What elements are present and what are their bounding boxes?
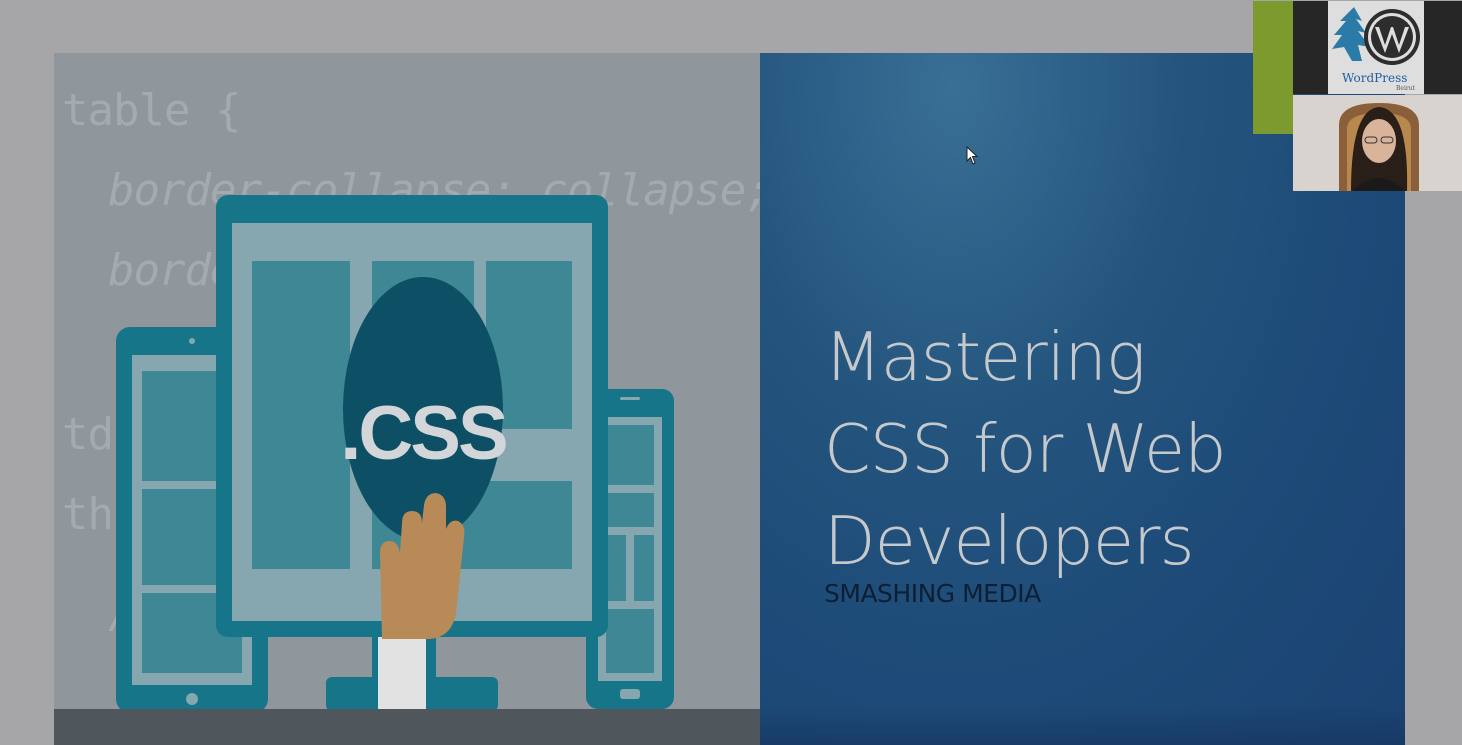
wordpress-wordmark: WordPress (1342, 71, 1408, 85)
responsive-devices-illustration: .CSS (116, 195, 674, 745)
wordpress-beirut-logo: WordPress Beirut (1328, 1, 1424, 94)
slide-title: Mastering CSS for Web Developers (824, 318, 1227, 580)
mouse-cursor-icon (966, 146, 979, 165)
presenter-webcam (1293, 95, 1462, 191)
city-label: Beirut (1396, 85, 1416, 92)
video-frame: table { border-collapse: collapse; borde… (0, 0, 1462, 745)
slide-subtitle: SMASHING MEDIA (824, 579, 1041, 608)
slide-illustration-panel: table { border-collapse: collapse; borde… (54, 53, 760, 745)
presenter-video-panel: WordPress Beirut (1253, 1, 1462, 191)
css-badge-text: .CSS (340, 391, 506, 476)
presentation-slide: table { border-collapse: collapse; borde… (54, 53, 1405, 745)
presenter-photo (1293, 95, 1462, 191)
accent-block (1253, 1, 1293, 134)
wordpress-logo-icon (1364, 9, 1420, 65)
